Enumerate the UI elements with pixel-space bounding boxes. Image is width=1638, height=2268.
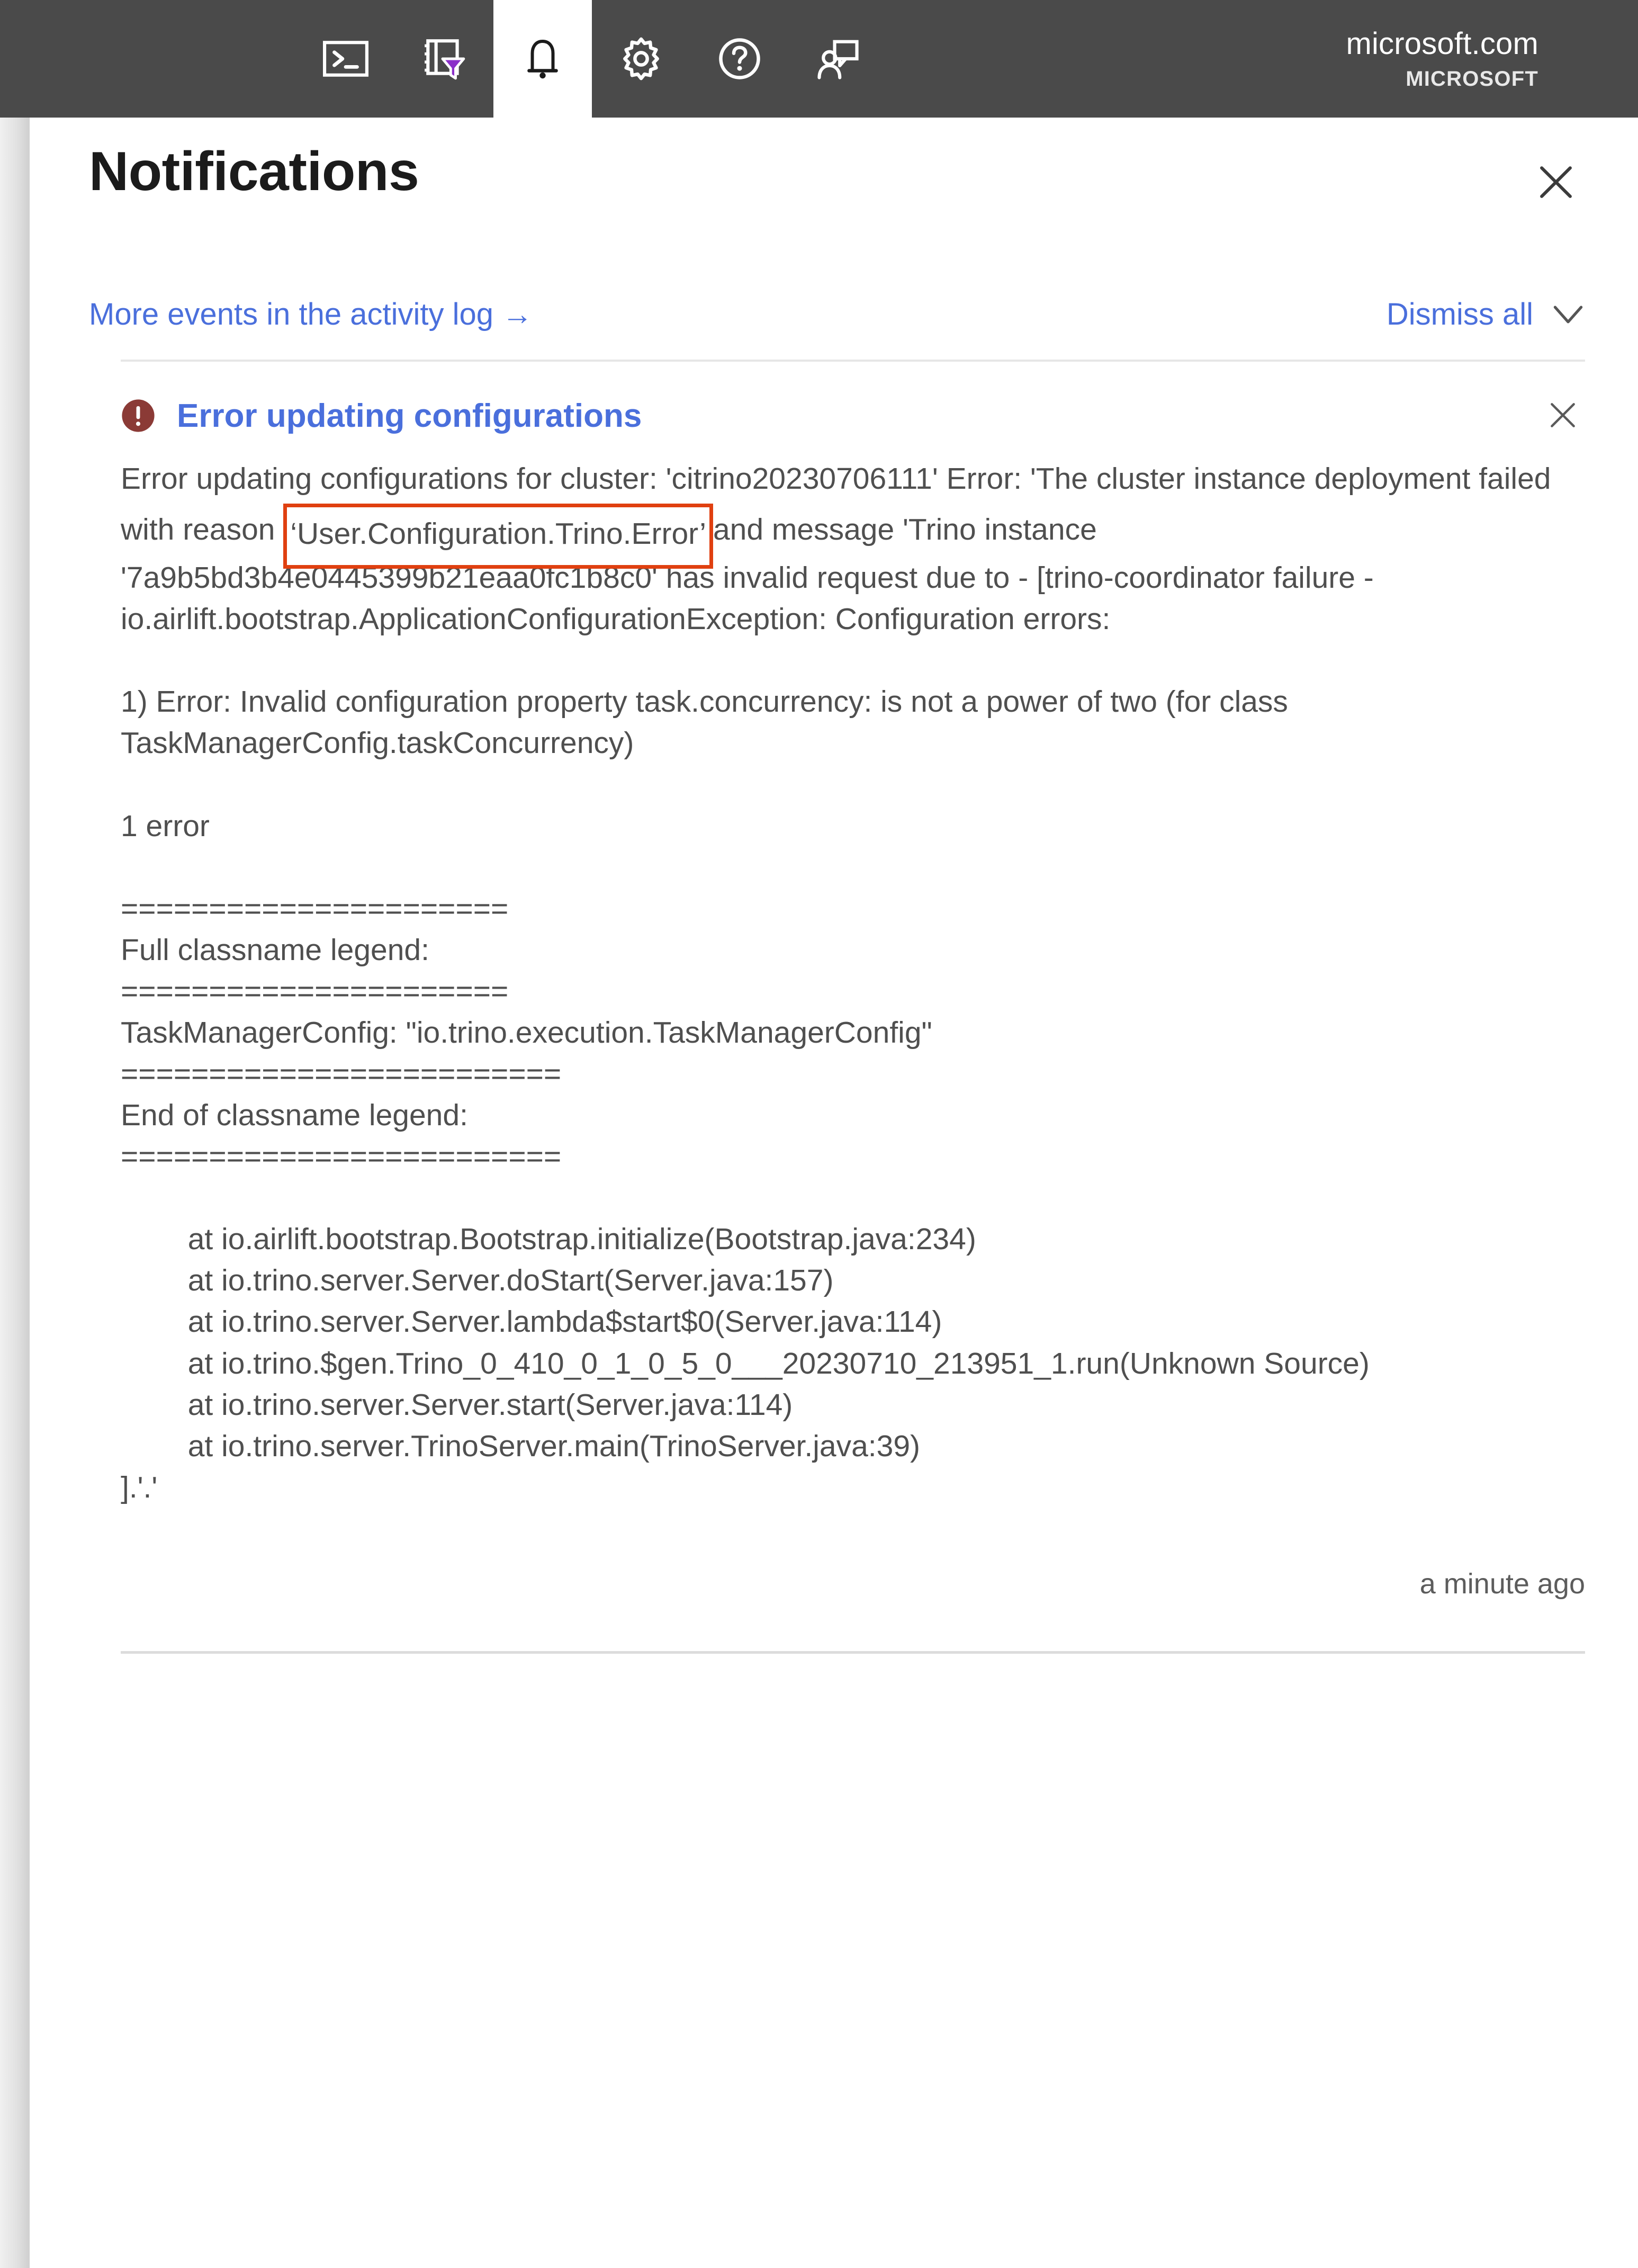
error-circle-icon — [121, 398, 156, 433]
header-divider — [121, 360, 1585, 362]
account-organization: MICROSOFT — [1406, 67, 1538, 91]
help-button[interactable] — [690, 0, 789, 118]
directories-subscriptions-button[interactable] — [395, 0, 493, 118]
notification-body: Error updating configurations for cluste… — [121, 458, 1585, 1508]
notification-item: Error updating configurations Error upda… — [30, 393, 1638, 1600]
cloud-shell-button[interactable] — [296, 0, 395, 118]
notifications-bell-icon — [524, 37, 562, 80]
gear-icon — [619, 37, 663, 81]
more-events-link[interactable]: More events in the activity log → — [89, 297, 533, 332]
notifications-button[interactable] — [493, 0, 592, 118]
dismiss-all-label: Dismiss all — [1386, 297, 1533, 331]
highlighted-error-code: ‘User.Configuration.Trino.Error’ — [283, 504, 713, 569]
close-icon — [1546, 399, 1579, 433]
close-panel-button[interactable] — [1527, 154, 1585, 212]
topbar-icon-group — [296, 0, 887, 118]
help-question-icon — [717, 37, 762, 81]
notification-title-group: Error updating configurations — [121, 397, 642, 435]
account-info[interactable]: microsoft.com MICROSOFT — [1346, 0, 1638, 118]
chevron-down-icon — [1551, 304, 1585, 325]
notifications-actions-row: More events in the activity log → Dismis… — [30, 297, 1638, 332]
feedback-person-icon — [816, 37, 860, 81]
page-title: Notifications — [89, 141, 419, 202]
flyout-shadow-edge — [0, 118, 30, 2268]
dismiss-notification-button[interactable] — [1541, 393, 1585, 438]
notification-body-post: and message 'Trino instance '7a9b5bd3b4e… — [121, 513, 1374, 1504]
account-name: microsoft.com — [1346, 26, 1538, 61]
notification-timestamp: a minute ago — [1419, 1567, 1585, 1600]
notification-title[interactable]: Error updating configurations — [177, 397, 642, 435]
close-icon — [1536, 162, 1576, 204]
notification-footer: a minute ago — [121, 1567, 1585, 1600]
notifications-flyout: Notifications More events in the activit… — [30, 118, 1638, 2268]
dismiss-all-button[interactable]: Dismiss all — [1387, 297, 1585, 332]
notification-header: Error updating configurations — [121, 393, 1585, 438]
cloud-shell-icon — [323, 40, 368, 77]
azure-top-bar: microsoft.com MICROSOFT — [0, 0, 1638, 118]
settings-button[interactable] — [592, 0, 690, 118]
directories-filter-icon — [421, 38, 467, 80]
topbar-left-spacer — [0, 0, 296, 118]
notification-bottom-divider — [121, 1651, 1585, 1654]
flyout-header: Notifications — [30, 118, 1638, 212]
feedback-button[interactable] — [789, 0, 887, 118]
